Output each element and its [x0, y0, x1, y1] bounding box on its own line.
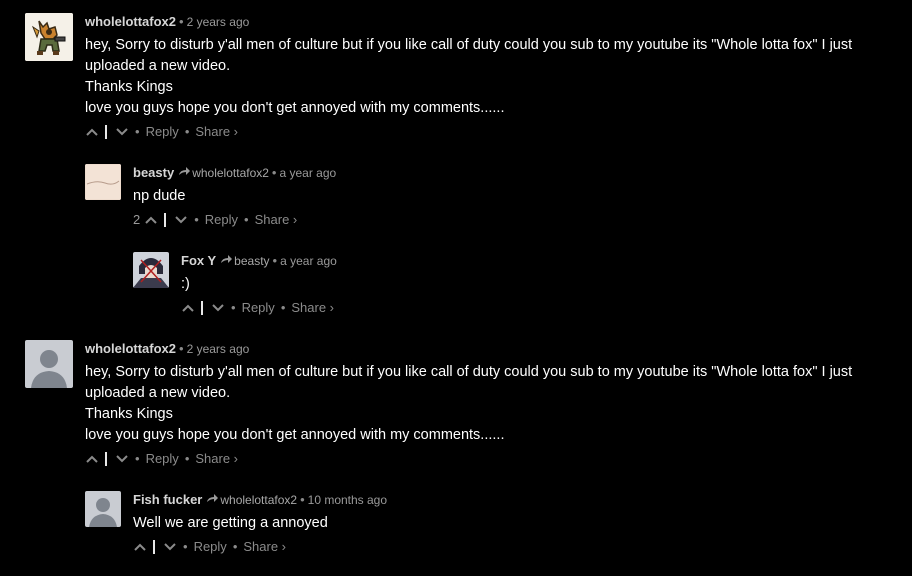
comment-actions: • Reply • Share › [85, 449, 885, 469]
anime-character-icon [133, 252, 169, 288]
downvote-button[interactable] [163, 542, 177, 552]
reply-button[interactable]: Reply [146, 449, 179, 469]
reply-arrow-icon [206, 492, 219, 510]
reply-button[interactable]: Reply [205, 210, 238, 230]
share-button[interactable]: Share › [291, 298, 334, 318]
chevron-up-icon [134, 543, 146, 551]
author-name[interactable]: wholelottafox2 [85, 14, 176, 29]
vote-divider [153, 540, 155, 554]
upvote-button[interactable] [144, 215, 158, 225]
timestamp[interactable]: 2 years ago [187, 15, 250, 29]
reply-arrow-icon [220, 253, 233, 271]
chevron-down-icon [116, 128, 128, 136]
timestamp[interactable]: a year ago [280, 254, 337, 268]
avatar[interactable] [85, 164, 121, 200]
comment-text: hey, Sorry to disturb y'all men of cultu… [85, 37, 853, 116]
vote-divider [105, 125, 107, 139]
vote-count: 2 [133, 212, 141, 227]
comment-header: wholelottafox2 • 2 years ago [85, 341, 250, 356]
chevron-down-icon [164, 543, 176, 551]
chevron-up-icon [145, 216, 157, 224]
upvote-button[interactable] [133, 542, 147, 552]
author-name[interactable]: Fish fucker [133, 492, 202, 507]
beige-sketch-icon [85, 164, 121, 200]
share-button[interactable]: Share › [255, 210, 298, 230]
author-name[interactable]: beasty [133, 165, 174, 180]
comment-actions: 2 • Reply • Share › [133, 210, 873, 230]
chevron-down-icon [175, 216, 187, 224]
comment-actions: • Reply • Share › [133, 537, 873, 557]
avatar[interactable] [85, 491, 121, 527]
timestamp[interactable]: a year ago [279, 166, 336, 180]
share-button[interactable]: Share › [195, 122, 238, 142]
author-name[interactable]: Fox Y [181, 253, 216, 268]
avatar[interactable] [25, 340, 73, 388]
comment-actions: • Reply • Share › [181, 298, 881, 318]
share-button[interactable]: Share › [243, 537, 286, 557]
chevron-down-icon [212, 304, 224, 312]
chevron-up-icon [86, 455, 98, 463]
comment-header: beasty wholelottafox2 • a year ago [133, 164, 873, 182]
author-name[interactable]: wholelottafox2 [85, 341, 176, 356]
vote-divider [164, 213, 167, 227]
chevron-down-icon [116, 455, 128, 463]
timestamp[interactable]: 2 years ago [187, 342, 250, 356]
share-button[interactable]: Share › [195, 449, 238, 469]
reply-to-user[interactable]: beasty [234, 254, 269, 268]
default-user-icon [25, 340, 73, 388]
downvote-button[interactable] [115, 127, 129, 137]
reply-button[interactable]: Reply [242, 298, 275, 318]
avatar[interactable] [25, 13, 73, 61]
downvote-button[interactable] [211, 303, 225, 313]
comment-header: wholelottafox2 • 2 years ago [85, 14, 250, 29]
reply-to-user[interactable]: wholelottafox2 [192, 166, 269, 180]
comment-text: hey, Sorry to disturb y'all men of cultu… [85, 364, 853, 443]
upvote-button[interactable] [85, 454, 99, 464]
reply-button[interactable]: Reply [146, 122, 179, 142]
chevron-up-icon [182, 304, 194, 312]
comment-text: Well we are getting a annoyed [133, 515, 328, 531]
upvote-button[interactable] [181, 303, 195, 313]
reply-button[interactable]: Reply [194, 537, 227, 557]
downvote-button[interactable] [115, 454, 129, 464]
comment-header: Fox Ybeasty • a year ago [181, 252, 881, 270]
downvote-button[interactable] [174, 215, 188, 225]
reply-to-user[interactable]: wholelottafox2 [220, 493, 297, 507]
default-user-icon [85, 491, 121, 527]
vote-divider [105, 452, 107, 466]
fox-character-icon [25, 13, 73, 61]
upvote-button[interactable] [85, 127, 99, 137]
timestamp[interactable]: 10 months ago [308, 493, 387, 507]
comment-text: :) [181, 276, 190, 292]
vote-divider [201, 301, 203, 315]
comment-text: np dude [133, 188, 186, 204]
comment-actions: • Reply • Share › [85, 122, 885, 142]
chevron-up-icon [86, 128, 98, 136]
comment-header: Fish fucker wholelottafox2 • 10 months ago [133, 491, 873, 509]
avatar[interactable] [133, 252, 169, 288]
reply-arrow-icon [178, 165, 191, 183]
